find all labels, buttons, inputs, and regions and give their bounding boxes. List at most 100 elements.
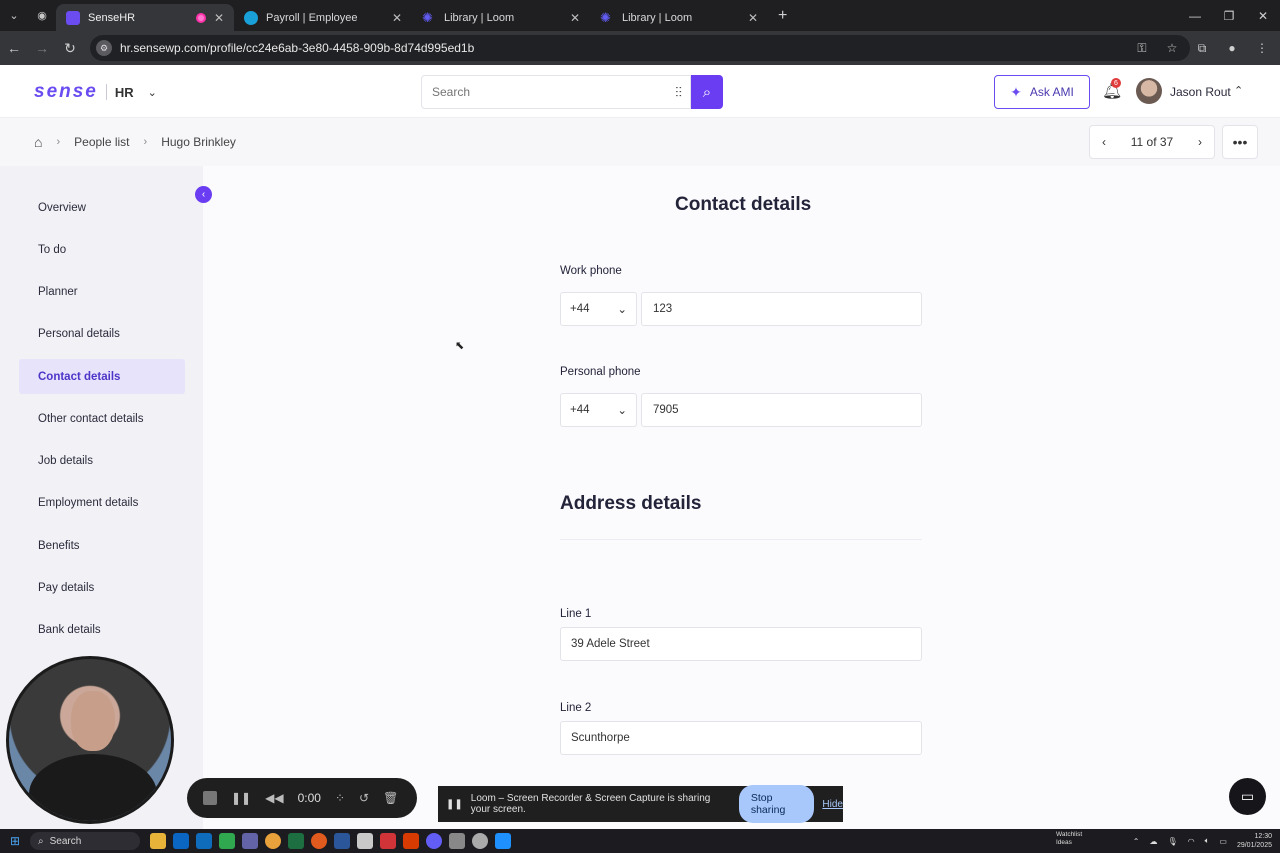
address-bar[interactable]: ⚙ hr.sensewp.com/profile/cc24e6ab-3e80-4… [90, 35, 1190, 61]
minimize-icon[interactable]: — [1178, 0, 1212, 31]
sidebar-item-overview[interactable]: Overview [19, 190, 185, 225]
onedrive-icon[interactable]: ☁ [1149, 837, 1157, 846]
chevron-down-icon[interactable]: ⌄ [148, 86, 157, 99]
filter-sliders-icon[interactable]: ⫶⫶ [675, 84, 682, 101]
hide-link[interactable]: Hide [822, 799, 843, 810]
personal-phone-input[interactable]: 7905 [641, 393, 922, 427]
stop-recording-icon[interactable] [203, 791, 217, 805]
address-line1-input[interactable]: 39 Adele Street [560, 627, 922, 661]
more-options-button[interactable]: ••• [1222, 125, 1258, 159]
widget-sub: Ideas [1056, 839, 1072, 846]
sidebar-item-planner[interactable]: Planner [19, 274, 185, 309]
watchlist-widget[interactable]: Watchlist Ideas [1056, 831, 1082, 847]
app-e-icon[interactable] [380, 833, 396, 849]
back-icon[interactable]: ← [0, 31, 28, 65]
word-icon[interactable] [334, 833, 350, 849]
sidebar-item-personal-details[interactable]: Personal details [19, 316, 185, 351]
file-explorer-icon[interactable] [150, 833, 166, 849]
search-button[interactable]: ⌕ [691, 75, 723, 109]
close-tab-icon[interactable]: ✕ [392, 11, 402, 25]
settings-icon[interactable] [472, 833, 488, 849]
address-line2-input[interactable]: Scunthorpe [560, 721, 922, 755]
excel-icon[interactable] [288, 833, 304, 849]
firefox-icon[interactable] [311, 833, 327, 849]
sidebar-item-pay-details[interactable]: Pay details [19, 570, 185, 605]
webcam-person [29, 754, 157, 821]
acrobat-icon[interactable] [403, 833, 419, 849]
widget-title: Watchlist [1056, 831, 1083, 838]
sidebar-item-other-contact-details[interactable]: Other contact details [19, 401, 185, 436]
sidebar-item-bank-details[interactable]: Bank details [19, 612, 185, 647]
password-key-icon[interactable]: ⚿ [1130, 36, 1154, 60]
reload-icon[interactable]: ↻ [56, 31, 84, 65]
close-window-icon[interactable]: ✕ [1246, 0, 1280, 31]
profile-icon[interactable]: ● [1220, 36, 1244, 60]
logo-divider [105, 84, 107, 100]
screen-sharing-notice: ❚❚ Loom – Screen Recorder & Screen Captu… [438, 785, 843, 823]
wifi-icon[interactable]: ◠ [1188, 837, 1195, 846]
forward-icon[interactable]: → [28, 31, 56, 65]
close-tab-icon[interactable]: ✕ [748, 11, 758, 25]
close-tab-icon[interactable]: ✕ [214, 11, 224, 25]
breadcrumb-people-list[interactable]: People list [74, 135, 129, 149]
ask-ami-button[interactable]: ✦ Ask AMI [994, 75, 1090, 109]
taskbar-search[interactable]: ⌕ Search [30, 832, 140, 850]
microphone-icon[interactable]: 🎙︎ [1167, 837, 1177, 846]
system-clock[interactable]: 12:30 29/01/2025 [1237, 832, 1272, 850]
trash-icon[interactable]: 🗑︎ [383, 791, 398, 805]
maps-icon[interactable] [219, 833, 235, 849]
browser-menu-icon[interactable]: ⋮ [1250, 36, 1274, 60]
sidebar-item-contact-details[interactable]: Contact details [19, 359, 185, 394]
chrome-icon[interactable] [265, 833, 281, 849]
stop-sharing-button[interactable]: Stop sharing [738, 785, 815, 823]
browser-tab-payroll[interactable]: Payroll | Employee ✕ [234, 4, 412, 31]
work-phone-country-code-select[interactable]: +44 ⌄ [560, 292, 637, 326]
rewind-icon[interactable]: ◀◀ [265, 791, 283, 805]
close-tab-icon[interactable]: ✕ [570, 11, 580, 25]
volume-icon[interactable]: 🔈︎ [1205, 836, 1210, 846]
browser-tab-sensehr[interactable]: SenseHR ✕ [56, 4, 234, 31]
linkedin-icon[interactable] [173, 833, 189, 849]
user-name[interactable]: Jason Rout [1170, 85, 1231, 99]
work-phone-input[interactable]: 123 [641, 292, 922, 326]
notifications-bell-icon[interactable]: 🔔︎ 6 [1102, 78, 1122, 101]
tray-chevron-icon[interactable]: ⌃ [1133, 837, 1140, 846]
sidebar-item-job-details[interactable]: Job details [19, 443, 185, 478]
site-info-icon[interactable]: ⚙ [96, 40, 112, 56]
extensions-icon[interactable]: ⧉ [1190, 36, 1214, 60]
sidebar-item-benefits[interactable]: Benefits [19, 528, 185, 563]
new-tab-icon[interactable]: + [768, 7, 797, 25]
sidebar-item-employment-details[interactable]: Employment details [19, 485, 185, 520]
previous-record-icon[interactable]: ‹ [1102, 135, 1106, 149]
app-logo[interactable]: sense HR ⌄ [34, 81, 157, 103]
search-input[interactable] [432, 85, 652, 99]
browser-tab-loom-1[interactable]: ✺ Library | Loom ✕ [412, 4, 590, 31]
restore-icon[interactable]: ❐ [1212, 0, 1246, 31]
avatar[interactable] [1136, 78, 1162, 104]
collapse-sidebar-button[interactable]: ‹ [195, 186, 212, 203]
app-blue-icon[interactable] [495, 833, 511, 849]
calculator-icon[interactable] [449, 833, 465, 849]
sidebar-item-to-do[interactable]: To do [19, 232, 185, 267]
webcam-bubble[interactable] [6, 656, 174, 824]
pause-icon[interactable]: ❚❚ [231, 791, 251, 805]
chevron-up-icon[interactable]: ⌃ [1234, 84, 1243, 97]
chat-bubble-icon: ▭ [1240, 788, 1255, 804]
bookmark-star-icon[interactable]: ☆ [1160, 36, 1184, 60]
chat-support-button[interactable]: ▭ [1229, 778, 1266, 815]
loom-icon[interactable] [426, 833, 442, 849]
next-record-icon[interactable]: › [1198, 135, 1202, 149]
windows-start-icon[interactable]: ⊞ [0, 834, 30, 848]
battery-icon[interactable]: ▭ [1219, 837, 1227, 846]
grid-icon[interactable]: ⁘ [335, 791, 345, 805]
personal-phone-country-code-select[interactable]: +44 ⌄ [560, 393, 637, 427]
url-text: hr.sensewp.com/profile/cc24e6ab-3e80-445… [120, 41, 475, 55]
tab-search-icon[interactable]: ⌄ [0, 0, 28, 31]
teams-icon[interactable] [242, 833, 258, 849]
notepad-icon[interactable] [357, 833, 373, 849]
outlook-icon[interactable] [196, 833, 212, 849]
home-icon[interactable]: ⌂ [34, 134, 42, 150]
loom-recording-controls: ❚❚ ◀◀ 0:00 ⁘ ↺ 🗑︎ [187, 778, 417, 818]
restart-icon[interactable]: ↺ [359, 791, 369, 805]
browser-tab-loom-2[interactable]: ✺ Library | Loom ✕ [590, 4, 768, 31]
